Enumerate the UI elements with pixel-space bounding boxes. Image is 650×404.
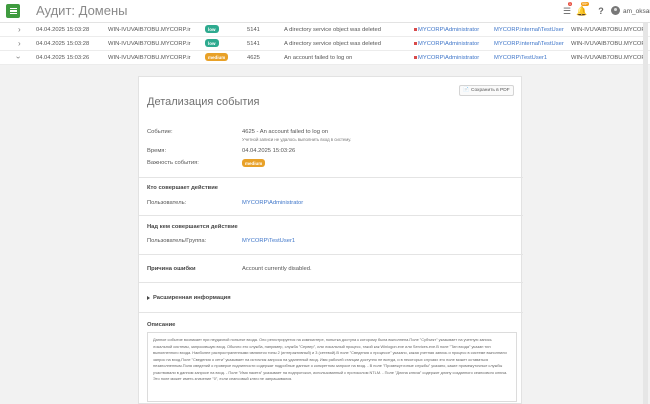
- cell-host: WIN-IVUVAIB7OBU.MYCORP.ir: [108, 41, 191, 47]
- chevron-down-icon[interactable]: ›: [14, 56, 23, 59]
- severity-badge: medium: [205, 53, 229, 61]
- cell-target[interactable]: MYCORP.internal\TestUser: [494, 27, 564, 33]
- user-link[interactable]: MYCORP\Administrator: [418, 41, 479, 47]
- divider: [139, 215, 523, 216]
- table-row[interactable]: › 04.04.2025 15:03:28 WIN-IVUVAIB7OBU.MY…: [0, 37, 650, 51]
- chevron-right-icon[interactable]: ›: [18, 39, 21, 48]
- user-label: Пользователь:: [147, 200, 187, 206]
- extended-info-toggle[interactable]: Расширенная информация: [147, 295, 231, 301]
- user-link[interactable]: MYCORP\Administrator: [418, 55, 479, 61]
- cell-user[interactable]: MYCORP\Administrator: [414, 55, 479, 61]
- cell-user[interactable]: MYCORP\Administrator: [414, 41, 479, 47]
- help-icon[interactable]: ?: [595, 5, 607, 17]
- username[interactable]: am_oksan: [623, 8, 650, 15]
- divider: [139, 282, 523, 283]
- cell-host: WIN-IVUVAIB7OBU.MYCORP.ir: [108, 27, 191, 33]
- reason-value: Account currently disabled.: [242, 266, 312, 272]
- user-link[interactable]: MYCORP\Administrator: [242, 200, 303, 206]
- extended-info-label: Расширенная информация: [153, 295, 231, 301]
- document-icon: 📄: [463, 87, 469, 93]
- description-title: Описание: [147, 322, 176, 328]
- cell-source: WIN-IVUVAIB7OBU.MYCOR: [571, 55, 646, 61]
- user-icon: [414, 55, 417, 59]
- chevron-right-icon[interactable]: ›: [18, 25, 21, 34]
- event-subtitle: Учетной записи не удалось выполнить вход…: [242, 137, 352, 142]
- cell-time: 04.04.2025 15:03:28: [36, 27, 90, 33]
- cell-description: A directory service object was deleted: [284, 41, 381, 47]
- cell-user[interactable]: MYCORP\Administrator: [414, 27, 479, 33]
- bell-icon[interactable]: 🔔: [576, 5, 588, 17]
- user-icon: [414, 27, 417, 31]
- table-row[interactable]: › 04.04.2025 15:03:28 WIN-IVUVAIB7OBU.MY…: [0, 23, 650, 37]
- top-bar: Аудит: Домены ☰ 1 🔔 99+ ? am_oksan: [0, 0, 650, 23]
- user-icon: [414, 41, 417, 45]
- severity-label: Важность события:: [147, 160, 199, 166]
- severity-value: medium: [242, 159, 266, 167]
- description-text: Данное событие возникает при неудачной п…: [147, 332, 517, 402]
- cell-description: A directory service object was deleted: [284, 27, 381, 33]
- cell-time: 04.04.2025 15:03:26: [36, 55, 90, 61]
- event-label: Событие:: [147, 129, 173, 135]
- save-pdf-button[interactable]: 📄 Сохранить в PDF: [459, 85, 514, 96]
- severity-badge: medium: [242, 159, 266, 167]
- cell-description: An account failed to log on: [284, 55, 353, 61]
- cell-source: WIN-IVUVAIB7OBU.MYCOR: [571, 27, 646, 33]
- cell-target[interactable]: MYCORP.internal\TestUser: [494, 41, 564, 47]
- severity-badge: low: [205, 25, 219, 33]
- events-table: › 04.04.2025 15:03:28 WIN-IVUVAIB7OBU.MY…: [0, 23, 650, 65]
- menu-icon[interactable]: [6, 4, 20, 18]
- avatar[interactable]: [611, 6, 620, 15]
- time-label: Время:: [147, 148, 167, 154]
- divider: [139, 254, 523, 255]
- cell-event-id: 5141: [247, 27, 260, 33]
- table-row-expanded[interactable]: › 04.04.2025 15:03:26 WIN-IVUVAIB7OBU.MY…: [0, 51, 650, 65]
- page-title: Аудит: Домены: [36, 3, 128, 18]
- cell-source: WIN-IVUVAIB7OBU.MYCOR: [571, 41, 646, 47]
- scrollbar[interactable]: [643, 23, 648, 404]
- cell-severity: medium: [205, 53, 229, 61]
- time-value: 04.04.2025 15:03:26: [242, 148, 296, 154]
- cell-severity: low: [205, 25, 219, 33]
- save-pdf-label: Сохранить в PDF: [470, 87, 510, 93]
- target-link[interactable]: MYCORP\TestUser1: [242, 238, 295, 244]
- caret-right-icon: [147, 296, 150, 300]
- target-section-title: Над кем совершается действие: [147, 224, 238, 230]
- cell-severity: low: [205, 39, 219, 47]
- notification-badge: 1: [568, 2, 572, 6]
- reason-label: Причина ошибки: [147, 266, 196, 272]
- target-label: Пользователь/Группа:: [147, 238, 207, 244]
- divider: [139, 177, 523, 178]
- event-value: 4625 - An account failed to log on: [242, 129, 329, 135]
- cell-host: WIN-IVUVAIB7OBU.MYCORP.ir: [108, 55, 191, 61]
- alerts-badge: 99+: [581, 2, 589, 6]
- event-detail-panel: 📄 Сохранить в PDF Детализация события Со…: [138, 76, 523, 404]
- cell-time: 04.04.2025 15:03:28: [36, 41, 90, 47]
- who-section-title: Кто совершает действие: [147, 185, 219, 191]
- cell-event-id: 5141: [247, 41, 260, 47]
- cell-target[interactable]: MYCORP\TestUser1: [494, 55, 547, 61]
- user-link[interactable]: MYCORP\Administrator: [418, 27, 479, 33]
- detail-title: Детализация события: [147, 96, 260, 108]
- severity-badge: low: [205, 39, 219, 47]
- divider: [139, 312, 523, 313]
- cell-event-id: 4625: [247, 55, 260, 61]
- list-icon[interactable]: ☰: [561, 5, 573, 17]
